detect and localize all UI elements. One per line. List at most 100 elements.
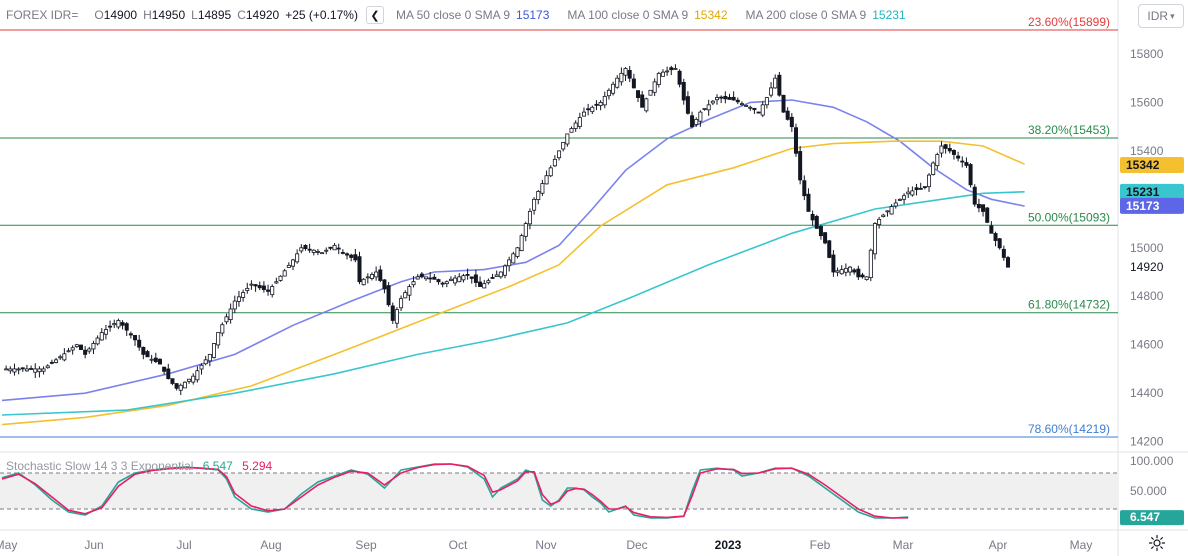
- fib-level-label: 78.60%(14219): [1028, 422, 1110, 436]
- candle-body: [128, 333, 133, 336]
- candle-body: [619, 72, 624, 83]
- candle-body: [453, 277, 458, 284]
- chevron-left-icon[interactable]: ❮: [365, 6, 384, 24]
- ma50-label: MA 50 close 0 SMA 9: [395, 8, 511, 22]
- candle-body: [116, 320, 121, 328]
- candle-body: [681, 81, 686, 101]
- price-tick-label: 15600: [1130, 95, 1164, 109]
- candle-body: [411, 281, 416, 286]
- candle-body: [565, 133, 570, 145]
- candle-body: [544, 175, 549, 185]
- candle-body: [261, 285, 266, 290]
- stoch-legend: Stochastic Slow 14 3 3 Exponential 6.547…: [6, 459, 272, 473]
- price-tick-label: 14800: [1130, 289, 1164, 303]
- candle-body: [918, 187, 923, 190]
- candle-body: [494, 274, 499, 277]
- candle-body: [640, 94, 645, 108]
- candle-body: [436, 279, 441, 283]
- candle-body: [91, 343, 96, 350]
- candle-body: [166, 368, 171, 380]
- candle-body: [781, 94, 786, 113]
- gear-icon[interactable]: [1148, 534, 1166, 552]
- candle-body: [178, 384, 183, 391]
- price-tick-label: 15000: [1130, 241, 1164, 255]
- candle-body: [224, 316, 229, 323]
- candle-body: [419, 273, 424, 278]
- candle-body: [45, 365, 50, 369]
- candle-body: [311, 249, 316, 253]
- candle-body: [773, 77, 778, 89]
- candle-body: [1001, 248, 1006, 258]
- stoch-d-value: 5.294: [242, 459, 273, 473]
- candle-body: [902, 195, 907, 200]
- candle-body: [889, 206, 894, 215]
- candle-body: [702, 108, 707, 110]
- candle-body: [320, 252, 325, 255]
- currency-label: IDR: [1147, 9, 1169, 23]
- candle-body: [972, 186, 977, 205]
- price-axis-area[interactable]: [1118, 0, 1188, 556]
- candle-body: [943, 144, 948, 149]
- candle-body: [170, 378, 175, 384]
- candle-body: [12, 368, 17, 373]
- candle-body: [777, 74, 782, 96]
- candle-body: [145, 351, 150, 358]
- candle-body: [752, 108, 757, 111]
- candle-body: [623, 68, 628, 76]
- candle-body: [49, 361, 54, 364]
- candle-body: [374, 271, 379, 278]
- candle-body: [278, 275, 283, 281]
- stoch-tick-label: 100.000: [1130, 454, 1174, 468]
- candle-body: [37, 368, 42, 373]
- ma50-value: 15173: [516, 8, 550, 22]
- candle-body: [274, 281, 279, 284]
- currency-dropdown[interactable]: IDR ▾: [1138, 4, 1184, 28]
- candle-body: [586, 108, 591, 111]
- candle-body: [698, 111, 703, 122]
- ma100-value: 15342: [694, 8, 728, 22]
- price-badge-label: 15173: [1126, 199, 1160, 213]
- candle-body: [594, 103, 599, 106]
- candle-body: [548, 167, 553, 177]
- candle-body: [561, 142, 566, 150]
- candle-body: [823, 232, 828, 244]
- candle-body: [827, 240, 832, 258]
- candle-body: [881, 214, 886, 218]
- time-tick-label: Sep: [355, 538, 377, 552]
- candle-body: [83, 349, 88, 355]
- candle-body: [507, 259, 512, 267]
- ma100-line: [1, 140, 1025, 426]
- candle-body: [956, 155, 961, 159]
- price-tick-label: 15400: [1130, 144, 1164, 158]
- candle-body: [182, 381, 187, 389]
- candle-body: [174, 383, 179, 389]
- candle-body: [465, 274, 470, 276]
- candle-body: [407, 286, 412, 296]
- stoch-label: Stochastic Slow 14 3 3 Exponential: [6, 459, 194, 473]
- candle-body: [843, 267, 848, 273]
- candle-body: [798, 151, 803, 181]
- candle-body: [241, 292, 246, 298]
- candle-body: [108, 325, 113, 328]
- candle-body: [764, 97, 769, 106]
- stoch-tick-label: 50.000: [1130, 484, 1167, 498]
- candle-body: [523, 223, 528, 237]
- candle-body: [444, 281, 449, 285]
- candle-body: [727, 97, 732, 100]
- candle-body: [502, 265, 507, 276]
- candle-body: [257, 285, 262, 289]
- last-price-label: 14920: [1130, 260, 1164, 274]
- candle-body: [78, 344, 83, 350]
- candle-body: [195, 370, 200, 381]
- candle-body: [673, 68, 678, 70]
- candle-body: [527, 211, 532, 225]
- candle-body: [457, 276, 462, 283]
- candle-body: [769, 87, 774, 96]
- candle-body: [660, 71, 665, 77]
- stoch-value-badge-label: 6.547: [1130, 510, 1160, 524]
- candle-body: [220, 324, 225, 334]
- candle-body: [16, 368, 21, 371]
- candle-body: [872, 223, 877, 255]
- price-tick-label: 15800: [1130, 47, 1164, 61]
- candle-body: [864, 276, 869, 281]
